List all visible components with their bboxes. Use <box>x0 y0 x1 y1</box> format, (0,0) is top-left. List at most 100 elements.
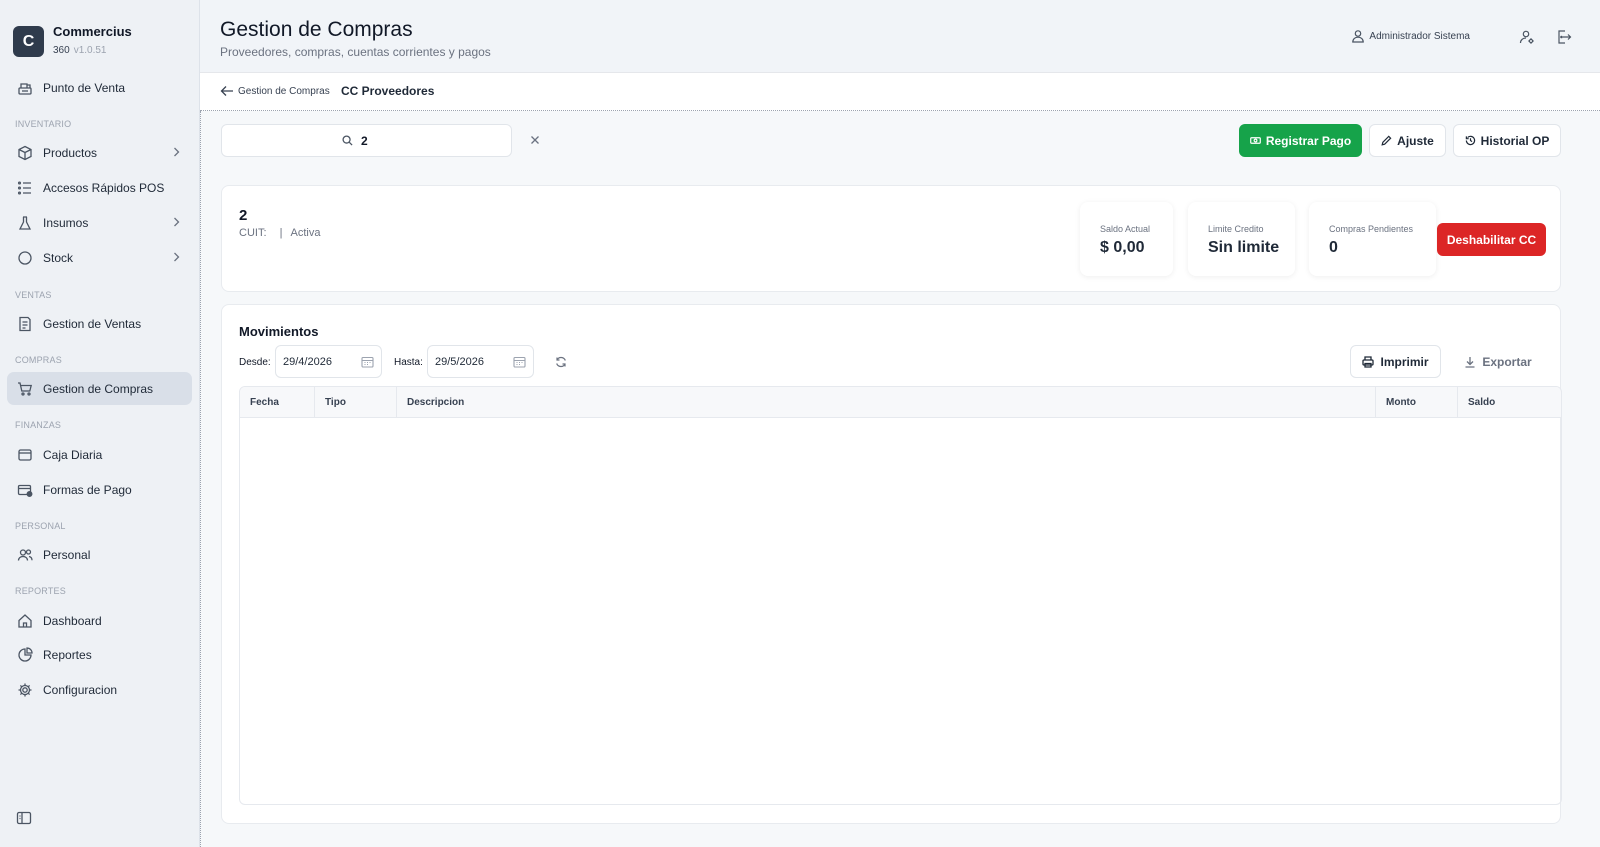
brand: C Commercius 360 v1.0.51 <box>0 0 199 64</box>
print-button[interactable]: Imprimir <box>1350 345 1441 378</box>
brand-logo: C <box>13 26 44 57</box>
sidebar-item-label: Configuracion <box>43 682 118 697</box>
sidebar-item-label: Punto de Venta <box>43 80 126 95</box>
sidebar-item-gestion-ventas[interactable]: Gestion de Ventas <box>7 307 192 340</box>
brand-name: Commercius <box>53 23 132 39</box>
sidebar-item-label: Stock <box>43 250 74 265</box>
arrow-left-icon <box>220 86 233 96</box>
sidebar-item-formas-de-pago[interactable]: Formas de Pago <box>7 473 192 506</box>
sidebar-item-accesos-rapidos[interactable]: Accesos Rápidos POS <box>7 171 192 204</box>
page-title: Gestion de Compras <box>220 18 413 41</box>
stat-limite-credito: Limite Credito Sin limite <box>1188 202 1295 276</box>
column-header-saldo[interactable]: Saldo <box>1458 387 1561 418</box>
clear-search-icon[interactable] <box>529 134 541 146</box>
column-header-monto[interactable]: Monto <box>1376 387 1458 418</box>
movements-card: Movimientos Desde: 29/4/2026 Hasta: 29/5… <box>221 304 1562 824</box>
chevron-right-icon <box>170 216 182 228</box>
app-version: v1.0.51 <box>73 44 107 56</box>
printer-icon <box>1362 355 1375 368</box>
sidebar-item-punto-de-venta[interactable]: Punto de Venta <box>7 71 192 104</box>
content-area: Registrar Pago Ajuste Historial OP 2 CUI… <box>200 111 1600 847</box>
search-input[interactable] <box>361 133 391 148</box>
column-header-descripcion[interactable]: Descripcion <box>397 387 1376 418</box>
provider-summary-card: 2 CUIT: | Activa Saldo Actual $ 0,00 Lim… <box>221 185 1561 292</box>
section-label-reportes: REPORTES <box>15 586 66 596</box>
section-label-personal: PERSONAL <box>15 521 66 531</box>
section-label-inventario: INVENTARIO <box>15 119 72 129</box>
sidebar-item-label: Dashboard <box>43 613 102 628</box>
sidebar-item-label: Personal <box>43 547 91 562</box>
breadcrumb-back-link[interactable]: Gestion de Compras <box>220 84 330 98</box>
sidebar-item-label: Formas de Pago <box>43 482 132 497</box>
pencil-icon <box>1381 135 1392 146</box>
chevron-right-icon <box>170 146 182 158</box>
sidebar-item-reportes[interactable]: Reportes <box>7 638 192 671</box>
history-op-button[interactable]: Historial OP <box>1453 124 1561 157</box>
movements-table: Fecha Tipo Descripcion Monto Saldo <box>239 386 1562 805</box>
stat-compras-pendientes: Compras Pendientes 0 <box>1309 202 1436 276</box>
download-icon <box>1465 356 1475 368</box>
user-icon <box>1351 29 1365 43</box>
search-icon <box>342 135 353 146</box>
sidebar-item-label: Gestion de Compras <box>43 381 154 396</box>
card-icon <box>17 482 33 498</box>
register-payment-button[interactable]: Registrar Pago <box>1239 124 1362 157</box>
to-date-input[interactable]: 29/5/2026 <box>427 345 534 378</box>
sidebar-item-personal[interactable]: Personal <box>7 538 192 571</box>
wallet-icon <box>17 447 33 463</box>
sidebar-item-label: Gestion de Ventas <box>43 316 142 331</box>
sidebar-item-insumos[interactable]: Insumos <box>7 206 192 239</box>
user-menu[interactable]: Administrador Sistema <box>1351 29 1470 43</box>
table-header: Fecha Tipo Descripcion Monto Saldo <box>240 387 1561 418</box>
breadcrumb-back-label: Gestion de Compras <box>238 85 330 97</box>
calendar-icon <box>361 356 374 368</box>
box-icon <box>17 145 33 161</box>
home-icon <box>17 613 33 629</box>
chevron-right-icon <box>170 251 182 263</box>
logout-icon[interactable] <box>1556 29 1572 45</box>
history-icon <box>1465 135 1475 146</box>
money-icon <box>1249 137 1261 144</box>
brand-sub: 360 <box>53 44 70 56</box>
provider-search[interactable] <box>221 124 512 157</box>
cart-icon <box>17 381 33 397</box>
account-status: Activa <box>290 227 321 239</box>
section-label-finanzas: FINANZAS <box>15 420 62 430</box>
provider-meta: CUIT: | Activa <box>239 227 321 239</box>
breadcrumb: Gestion de Compras CC Proveedores <box>200 73 1600 111</box>
provider-name: 2 <box>239 207 248 224</box>
page-header: Gestion de Compras Proveedores, compras,… <box>200 0 1600 73</box>
flask-icon <box>17 215 33 231</box>
cash-register-icon <box>17 80 33 96</box>
users-icon <box>17 547 33 563</box>
sidebar-item-configuracion[interactable]: Configuracion <box>7 673 192 706</box>
user-settings-icon[interactable] <box>1519 29 1535 45</box>
export-button[interactable]: Exportar <box>1458 345 1538 378</box>
from-date-input[interactable]: 29/4/2026 <box>275 345 382 378</box>
list-icon <box>17 180 33 196</box>
sidebar-item-label: Reportes <box>43 647 92 662</box>
disable-cc-button[interactable]: Deshabilitar CC <box>1437 223 1546 256</box>
sidebar-item-label: Productos <box>43 145 98 160</box>
receipt-icon <box>17 316 33 332</box>
sidebar-item-label: Caja Diaria <box>43 447 103 462</box>
movements-title: Movimientos <box>239 324 319 339</box>
sidebar: C Commercius 360 v1.0.51 Punto de Venta I… <box>0 0 200 847</box>
to-label: Hasta: <box>394 357 423 368</box>
breadcrumb-current: CC Proveedores <box>341 84 435 98</box>
sidebar-item-dashboard[interactable]: Dashboard <box>7 604 192 637</box>
sidebar-item-caja-diaria[interactable]: Caja Diaria <box>7 438 192 471</box>
sidebar-item-label: Accesos Rápidos POS <box>43 180 165 195</box>
sidebar-item-stock[interactable]: Stock <box>7 241 192 274</box>
refresh-icon[interactable] <box>555 356 567 368</box>
section-label-ventas: VENTAS <box>15 290 52 300</box>
column-header-tipo[interactable]: Tipo <box>315 387 397 418</box>
sidebar-item-productos[interactable]: Productos <box>7 136 192 169</box>
circle-icon <box>17 250 33 266</box>
cuit-label: CUIT: <box>239 227 267 239</box>
column-header-fecha[interactable]: Fecha <box>240 387 315 418</box>
stat-saldo-actual: Saldo Actual $ 0,00 <box>1080 202 1173 276</box>
sidebar-collapse-icon[interactable] <box>16 811 32 825</box>
sidebar-item-gestion-compras[interactable]: Gestion de Compras <box>7 372 192 405</box>
adjust-button[interactable]: Ajuste <box>1369 124 1446 157</box>
